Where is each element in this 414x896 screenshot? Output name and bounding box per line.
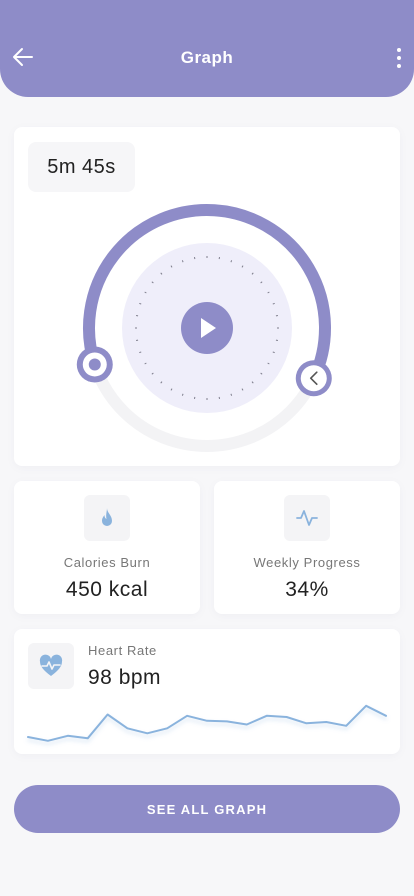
app-header: Graph bbox=[0, 0, 414, 97]
weekly-progress-card: Weekly Progress 34% bbox=[214, 481, 400, 614]
progress-handle-dot bbox=[88, 358, 101, 371]
more-options-button[interactable] bbox=[392, 46, 406, 70]
previous-handle[interactable] bbox=[295, 360, 332, 397]
dial-tick bbox=[272, 302, 275, 305]
weekly-progress-value: 34% bbox=[285, 578, 329, 601]
sparkline-path bbox=[27, 704, 387, 742]
flame-icon bbox=[102, 508, 112, 526]
dial-tick bbox=[139, 302, 142, 305]
weekly-progress-icon-box bbox=[284, 495, 330, 541]
heart-rate-card: Heart Rate 98 bpm bbox=[14, 629, 400, 754]
dial-tick bbox=[230, 393, 233, 396]
calories-card: Calories Burn 450 kcal bbox=[14, 481, 200, 614]
page-title: Graph bbox=[180, 48, 234, 67]
weekly-progress-label: Weekly Progress bbox=[253, 555, 361, 570]
more-vertical-icon bbox=[397, 48, 401, 52]
dial-tick bbox=[272, 351, 275, 354]
dial-tick bbox=[181, 393, 184, 396]
progress-handle[interactable] bbox=[76, 346, 113, 383]
calories-value: 450 kcal bbox=[65, 578, 149, 601]
progress-dial bbox=[76, 204, 332, 452]
dial-tick bbox=[181, 260, 184, 263]
dial-tick bbox=[230, 260, 233, 263]
play-button[interactable] bbox=[181, 302, 233, 354]
see-all-graph-button[interactable]: SEE ALL GRAPH bbox=[14, 785, 400, 833]
activity-icon bbox=[296, 510, 318, 526]
dial-tick bbox=[139, 351, 142, 354]
heart-rate-sparkline bbox=[27, 704, 387, 742]
timer-card: 5m 45s bbox=[14, 127, 400, 466]
calories-label: Calories Burn bbox=[63, 555, 151, 570]
calories-icon-box bbox=[84, 495, 130, 541]
